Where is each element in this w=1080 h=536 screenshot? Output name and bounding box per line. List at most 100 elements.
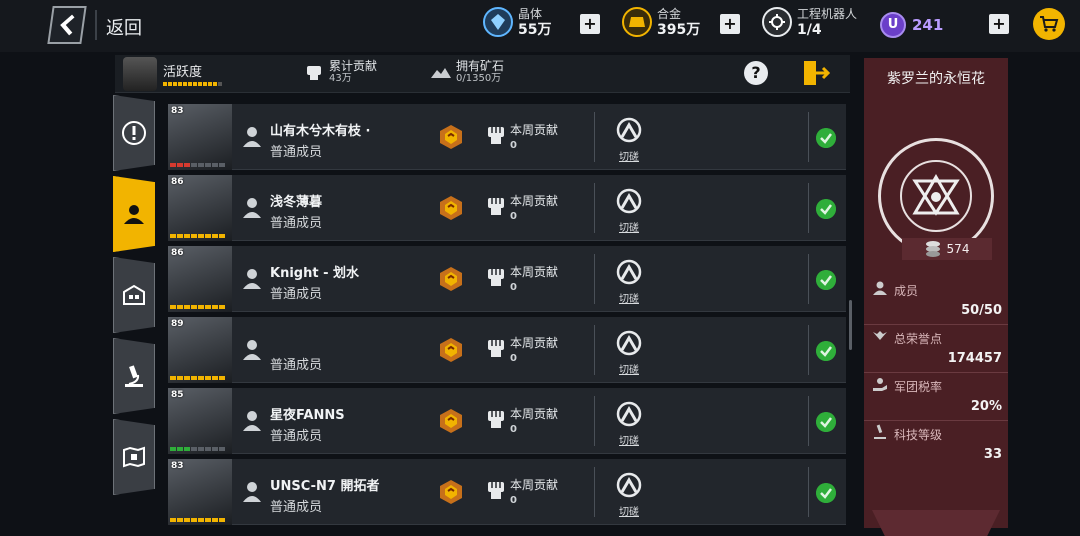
weekly-contribution-label: 本周贡献: [510, 407, 559, 421]
member-name: 星夜FANNS: [270, 408, 345, 423]
legion-coin-value: 574: [946, 242, 970, 256]
premium-currency-value: 241: [912, 16, 944, 34]
crystal-resource: 晶体 55万: [483, 6, 551, 38]
add-premium-button[interactable]: +: [989, 14, 1009, 34]
divider: [808, 183, 809, 233]
fist-icon: [488, 482, 504, 499]
weekly-contribution-value: 0: [510, 353, 517, 364]
member-row[interactable]: 85 星夜FANNS 普通成员 本周贡献 0 切磋: [168, 388, 846, 454]
online-status-icon: [816, 483, 836, 503]
crystal-icon: [483, 7, 513, 37]
member-row[interactable]: 83 山有木兮木有枝 · 普通成员 本周贡献 0 切磋: [168, 104, 846, 170]
spar-link[interactable]: 切磋: [619, 503, 639, 518]
member-portrait[interactable]: 86: [168, 246, 232, 312]
member-row[interactable]: 89 普通成员 本周贡献 0 切磋: [168, 317, 846, 383]
member-status-bar: [170, 447, 225, 451]
member-portrait[interactable]: 89: [168, 317, 232, 383]
tab-notice[interactable]: [113, 95, 155, 171]
member-portrait[interactable]: 86: [168, 175, 232, 241]
alert-icon: [122, 121, 146, 145]
top-bar: 返回 晶体 55万 + 合金 395万 + 工程机器人 1/4 U 241 +: [0, 0, 1080, 52]
spar-icon[interactable]: [614, 330, 644, 358]
list-scrollbar[interactable]: [849, 300, 852, 350]
member-level: 83: [171, 461, 184, 471]
member-status-bar: [170, 376, 225, 380]
add-alloy-button[interactable]: +: [720, 14, 740, 34]
back-label[interactable]: 返回: [106, 14, 142, 40]
tab-territory[interactable]: [113, 419, 155, 495]
member-row[interactable]: 83 UNSC-N7 開拓者 普通成员 本周贡献 0 切磋: [168, 459, 846, 525]
spar-icon[interactable]: [614, 117, 644, 145]
rank-badge-icon: [440, 338, 462, 362]
spar-link[interactable]: 切磋: [619, 148, 639, 163]
legion-sidebar: [113, 95, 158, 515]
spar-icon[interactable]: [614, 188, 644, 216]
member-row[interactable]: 86 浅冬薄暮 普通成员 本周贡献 0 切磋: [168, 175, 846, 241]
member-name: 山有木兮木有枝 ·: [270, 124, 371, 139]
wings-icon: [873, 331, 887, 340]
member-role: 普通成员: [270, 145, 323, 160]
weekly-contribution-label: 本周贡献: [510, 336, 559, 350]
ore-label: 拥有矿石: [456, 59, 505, 73]
member-level: 85: [171, 390, 184, 400]
microscope-icon: [874, 424, 886, 439]
fist-icon: [488, 198, 504, 215]
divider: [594, 183, 595, 233]
online-status-icon: [816, 412, 836, 432]
member-status-bar: [170, 234, 225, 238]
spar-link[interactable]: 切磋: [619, 290, 639, 305]
rank-badge-icon: [440, 480, 462, 504]
activity-bar: [163, 82, 222, 86]
person-icon: [243, 198, 261, 218]
online-status-icon: [816, 341, 836, 361]
ore-value: 0/1350万: [456, 73, 502, 84]
alloy-label: 合金: [657, 7, 682, 21]
microscope-icon: [125, 365, 143, 387]
back-button[interactable]: [47, 6, 87, 44]
member-portrait[interactable]: 85: [168, 388, 232, 454]
alloy-value: 395万: [657, 22, 701, 38]
spar-link[interactable]: 切磋: [619, 432, 639, 447]
spar-icon[interactable]: [614, 401, 644, 429]
exit-legion-button[interactable]: [795, 57, 837, 89]
member-row[interactable]: 86 Knight - 划水 普通成员 本周贡献 0 切磋: [168, 246, 846, 312]
spar-icon[interactable]: [614, 472, 644, 500]
divider: [594, 325, 595, 375]
alloy-resource: 合金 395万: [622, 6, 700, 38]
tab-buildings[interactable]: [113, 257, 155, 333]
robot-icon: [762, 7, 792, 37]
rank-badge-icon: [440, 267, 462, 291]
divider: [808, 112, 809, 162]
fist-icon: [307, 66, 321, 80]
spar-icon[interactable]: [614, 259, 644, 287]
member-name: Knight - 划水: [270, 266, 360, 281]
tax-hand-icon: [873, 378, 887, 391]
member-status-bar: [170, 305, 225, 309]
divider: [808, 396, 809, 446]
member-portrait[interactable]: 83: [168, 104, 232, 170]
spar-link[interactable]: 切磋: [619, 219, 639, 234]
tab-research[interactable]: [113, 338, 155, 414]
rank-badge-icon: [440, 125, 462, 149]
person-icon: [124, 205, 144, 224]
weekly-contribution-label: 本周贡献: [510, 265, 559, 279]
member-name: 浅冬薄暮: [270, 195, 323, 210]
spar-link[interactable]: 切磋: [619, 361, 639, 376]
person-icon: [243, 340, 261, 360]
building-icon: [123, 284, 145, 305]
member-portrait[interactable]: 83: [168, 459, 232, 525]
coin-stack-icon: [925, 241, 940, 257]
tab-members[interactable]: [113, 176, 155, 252]
chevron-left-icon: [60, 14, 75, 36]
shop-cart-button[interactable]: [1033, 8, 1065, 40]
help-button[interactable]: ?: [735, 57, 777, 89]
member-role: 普通成员: [270, 429, 323, 444]
weekly-contribution-value: 0: [510, 424, 517, 435]
divider: [808, 467, 809, 517]
legion-info-panel: 紫罗兰的永恒花 574 成员 50/50 总荣誉点 174457 军团税率 20…: [864, 58, 1008, 536]
member-status-bar: [170, 163, 225, 167]
fist-icon: [488, 269, 504, 286]
members-icon: [873, 281, 887, 295]
weekly-contribution-value: 0: [510, 140, 517, 151]
add-crystal-button[interactable]: +: [580, 14, 600, 34]
